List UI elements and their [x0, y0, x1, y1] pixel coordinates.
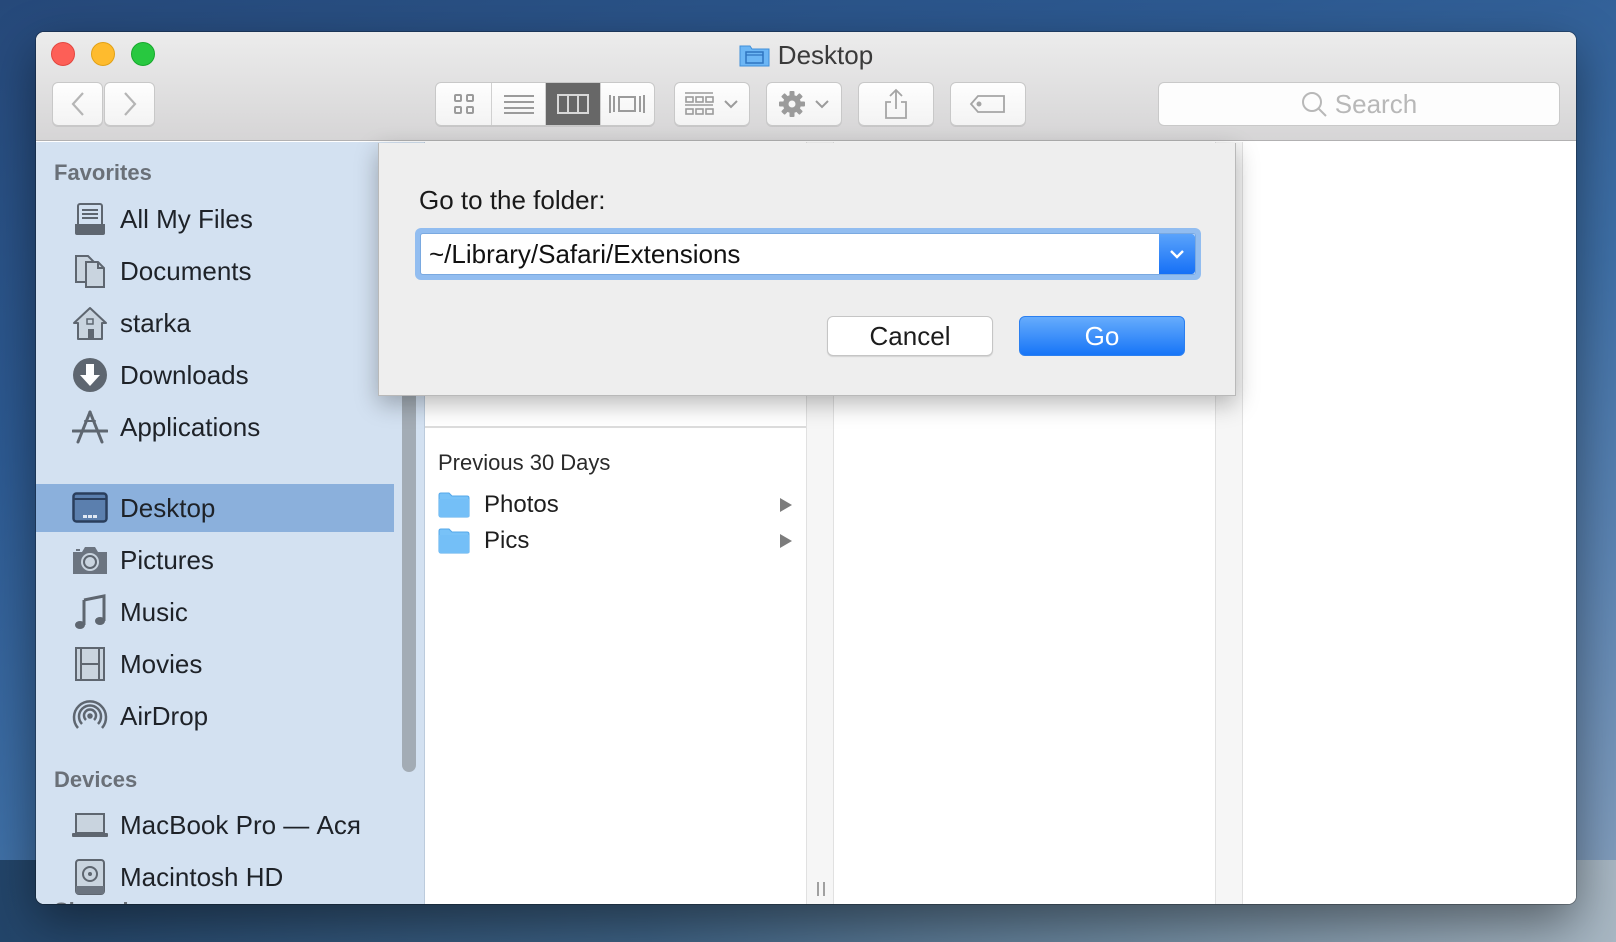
hard-drive-icon	[72, 859, 108, 895]
sidebar-item-label: Desktop	[120, 492, 216, 523]
finder-window: Desktop Search Favorites All My Files Do…	[36, 32, 1576, 904]
disclosure-arrow-icon	[780, 498, 792, 512]
folder-icon	[438, 492, 470, 518]
gear-icon	[779, 91, 805, 117]
path-history-dropdown-button[interactable]	[1159, 234, 1195, 274]
disclosure-arrow-icon	[780, 534, 792, 548]
sidebar-item-label: Music	[120, 596, 188, 627]
laptop-icon	[72, 807, 108, 843]
all-files-icon	[72, 201, 108, 237]
view-mode-segmented-control	[435, 82, 655, 126]
list-item-pics[interactable]: Pics	[438, 524, 794, 558]
tags-button[interactable]	[950, 82, 1026, 126]
search-icon	[1301, 92, 1327, 117]
grid-icon	[453, 94, 474, 114]
chevron-right-icon	[123, 92, 136, 116]
sidebar-item-applications[interactable]: Applications	[36, 403, 394, 451]
music-note-icon	[72, 594, 108, 630]
tag-icon	[969, 95, 1005, 113]
sidebar-item-label: starka	[120, 307, 191, 338]
sidebar-item-label: MacBook Pro — Ася	[120, 809, 361, 840]
cover-flow-icon	[609, 95, 646, 113]
column-3	[1243, 142, 1576, 904]
chevron-left-icon	[71, 92, 84, 116]
desktop-folder-icon	[739, 45, 770, 67]
arrange-button[interactable]	[674, 82, 750, 126]
search-field[interactable]: Search	[1158, 82, 1560, 126]
sidebar-item-all-my-files[interactable]: All My Files	[36, 195, 394, 243]
film-icon	[72, 646, 108, 682]
folder-icon	[438, 528, 470, 554]
arrange-icon	[685, 92, 714, 115]
sidebar-item-label: Macintosh HD	[120, 861, 284, 892]
devices-header: Devices	[54, 767, 138, 792]
sidebar-item-macbook-pro[interactable]: MacBook Pro — Ася	[36, 801, 394, 849]
search-placeholder: Search	[1334, 88, 1418, 119]
sidebar-item-label: Movies	[120, 648, 203, 679]
window-title: Desktop	[36, 40, 1576, 71]
sidebar-item-desktop[interactable]: Desktop	[36, 484, 394, 532]
sidebar-item-music[interactable]: Music	[36, 588, 394, 636]
sidebar-item-label: Applications	[120, 411, 261, 442]
sidebar-item-home[interactable]: starka	[36, 299, 394, 347]
desktop-icon	[72, 490, 108, 526]
sidebar-item-downloads[interactable]: Downloads	[36, 351, 394, 399]
sidebar: Favorites All My Files Documents starka …	[36, 142, 394, 904]
go-to-folder-dialog: Go to the folder: Cancel Go	[378, 143, 1236, 396]
home-icon	[72, 305, 108, 341]
sidebar-item-movies[interactable]: Movies	[36, 640, 394, 688]
list-icon	[503, 95, 534, 114]
icon-view-button[interactable]	[436, 83, 493, 125]
sidebar-item-label: AirDrop	[120, 700, 209, 731]
downloads-icon	[72, 357, 108, 393]
back-button[interactable]	[52, 82, 103, 126]
path-input[interactable]	[421, 234, 1159, 274]
column-view-button[interactable]	[546, 83, 601, 125]
documents-icon	[72, 253, 108, 289]
sidebar-item-airdrop[interactable]: AirDrop	[36, 692, 394, 740]
applications-icon	[72, 409, 108, 445]
divider	[425, 426, 806, 428]
sidebar-item-label: Downloads	[120, 359, 249, 390]
path-combobox	[420, 233, 1196, 275]
sidebar-item-label: Pictures	[120, 544, 214, 575]
camera-icon	[72, 542, 108, 578]
chevron-down-icon	[815, 100, 829, 109]
list-item-label: Photos	[484, 491, 559, 518]
resize-grip-icon	[817, 882, 825, 896]
columns-icon	[556, 94, 589, 114]
dialog-prompt: Go to the folder:	[419, 185, 606, 215]
cover-flow-view-button[interactable]	[601, 83, 655, 125]
favorites-header: Favorites	[54, 160, 152, 185]
list-item-label: Pics	[484, 527, 530, 554]
window-title-text: Desktop	[777, 40, 874, 70]
share-button[interactable]	[858, 82, 934, 126]
go-button[interactable]: Go	[1019, 316, 1185, 356]
chevron-down-icon	[1170, 250, 1184, 259]
action-button[interactable]	[766, 82, 842, 126]
list-view-button[interactable]	[492, 83, 546, 125]
toolbar: Desktop Search	[36, 32, 1576, 141]
group-header: Previous 30 Days	[438, 450, 611, 475]
sidebar-item-pictures[interactable]: Pictures	[36, 536, 394, 584]
sidebar-item-macintosh-hd[interactable]: Macintosh HD	[36, 853, 394, 901]
sidebar-item-label: Documents	[120, 255, 252, 286]
airdrop-icon	[72, 698, 108, 734]
chevron-down-icon	[724, 100, 738, 109]
sidebar-item-documents[interactable]: Documents	[36, 247, 394, 295]
cancel-button[interactable]: Cancel	[827, 316, 993, 356]
share-icon	[885, 88, 907, 119]
list-item-photos[interactable]: Photos	[438, 488, 794, 522]
forward-button[interactable]	[104, 82, 155, 126]
sidebar-item-label: All My Files	[120, 203, 253, 234]
shared-header: Shared	[54, 898, 129, 904]
